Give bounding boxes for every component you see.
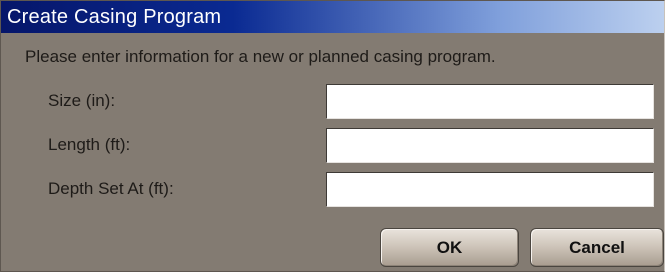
cancel-button[interactable]: Cancel: [530, 228, 664, 267]
length-input[interactable]: [326, 128, 654, 163]
size-label: Size (in):: [48, 91, 116, 110]
size-input[interactable]: [326, 84, 654, 119]
depth-set-at-input[interactable]: [326, 172, 654, 207]
dialog-instructions: Please enter information for a new or pl…: [25, 47, 496, 66]
create-casing-program-dialog: Create Casing Program Please enter infor…: [0, 0, 665, 272]
length-label: Length (ft):: [48, 135, 131, 154]
dialog-title: Create Casing Program: [7, 6, 222, 28]
depth-set-at-label: Depth Set At (ft):: [48, 179, 174, 198]
dialog-titlebar[interactable]: Create Casing Program: [1, 1, 664, 33]
ok-button[interactable]: OK: [380, 228, 519, 267]
